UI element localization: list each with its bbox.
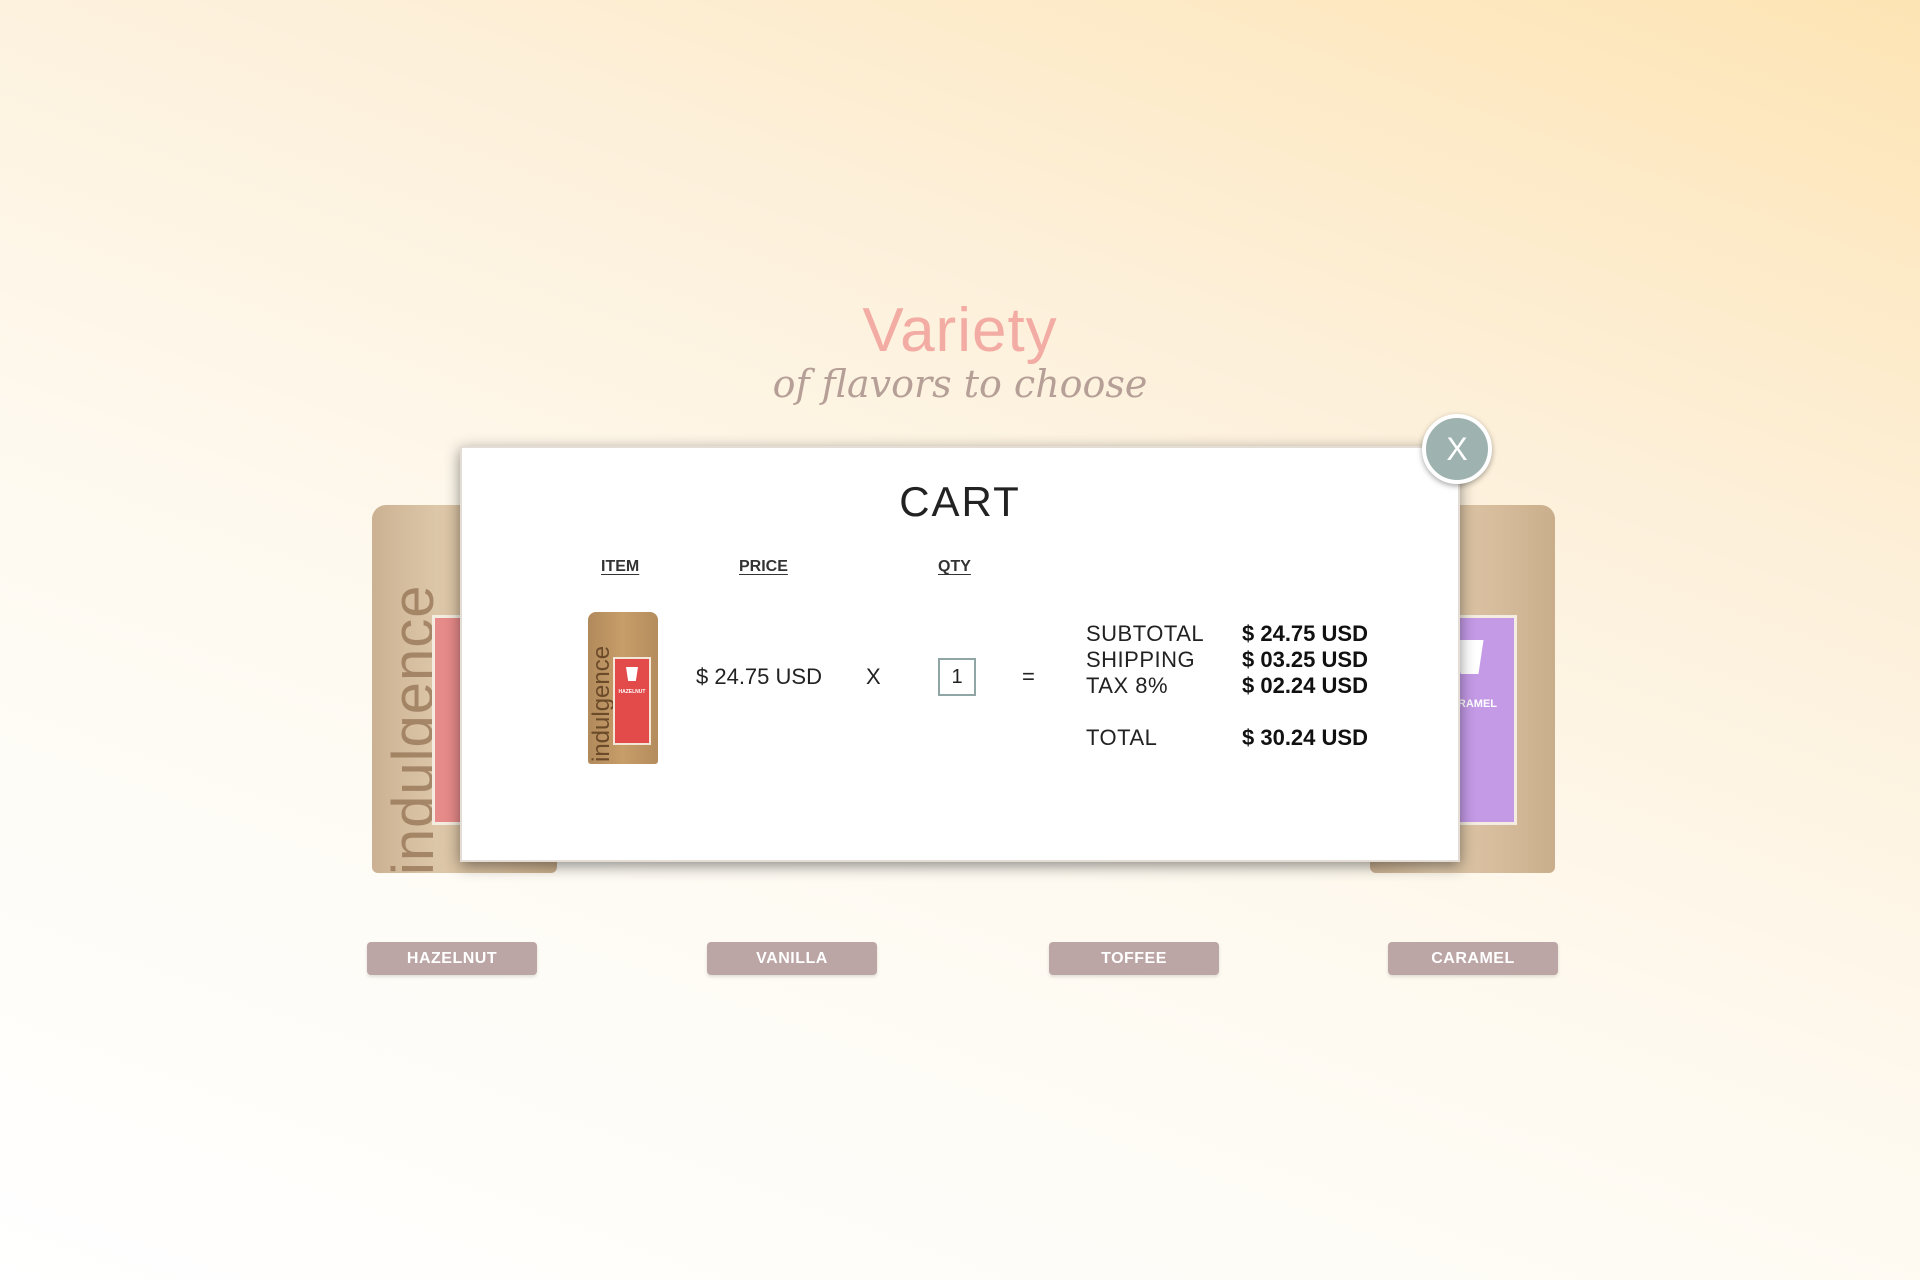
column-header-price: PRICE — [739, 558, 788, 575]
subtotal-label: SUBTOTAL — [1086, 621, 1205, 646]
cart-title: CART — [899, 478, 1021, 525]
hazelnut-button[interactable]: HAZELNUT — [367, 942, 537, 975]
equals-sign: = — [1022, 664, 1035, 689]
shipping-value: $ 03.25 USD — [1242, 647, 1368, 672]
total-label: TOTAL — [1086, 725, 1158, 750]
item-brand-text: indulgence — [588, 645, 615, 762]
cup-icon — [626, 667, 638, 681]
cart-item-image: indulgence HAZELNUT — [588, 612, 658, 764]
tax-label: TAX 8% — [1086, 673, 1169, 698]
subtotal-value: $ 24.75 USD — [1242, 621, 1368, 646]
quantity-input[interactable] — [938, 658, 976, 696]
shipping-label: SHIPPING — [1086, 647, 1196, 672]
close-button[interactable]: X — [1422, 414, 1492, 484]
caramel-button[interactable]: CARAMEL — [1388, 942, 1558, 975]
toffee-button[interactable]: TOFFEE — [1049, 942, 1219, 975]
page-title: Variety — [862, 296, 1058, 365]
tax-value: $ 02.24 USD — [1242, 673, 1368, 698]
column-header-qty: QTY — [938, 558, 971, 575]
total-value: $ 30.24 USD — [1242, 725, 1368, 750]
cart-modal: CART ITEM PRICE QTY indulgence HAZELNUT … — [460, 446, 1460, 862]
item-label-text: HAZELNUT — [618, 689, 646, 695]
page-subtitle: of flavors to choose — [772, 362, 1148, 406]
item-label: HAZELNUT — [613, 657, 651, 745]
cart-item-price: $ 24.75 USD — [696, 664, 822, 689]
multiply-sign: X — [866, 664, 881, 689]
column-header-item: ITEM — [601, 558, 640, 575]
vanilla-button[interactable]: VANILLA — [707, 942, 877, 975]
